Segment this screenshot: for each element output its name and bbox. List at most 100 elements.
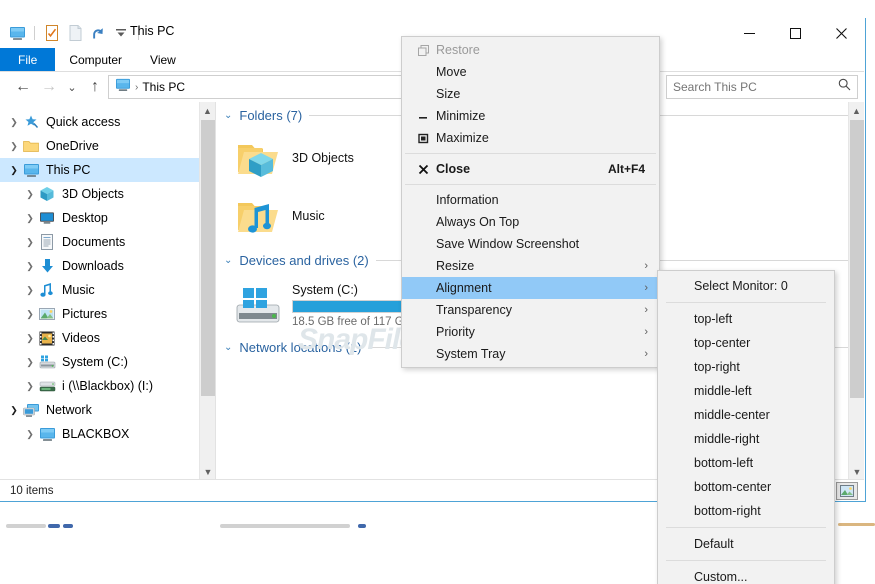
submenu-item-custom[interactable]: Custom... xyxy=(658,565,834,584)
tree-item-3d-objects[interactable]: ❯ 3D Objects xyxy=(0,182,215,206)
chevron-down-icon[interactable]: ⌄ xyxy=(224,342,232,353)
chevron-down-icon[interactable]: ⌄ xyxy=(224,255,232,266)
navpane-scrollbar[interactable]: ▲ ▼ xyxy=(199,102,215,480)
submenu-item-middle-center[interactable]: middle-center xyxy=(658,403,834,427)
new-folder-icon[interactable] xyxy=(66,24,84,42)
maximize-button[interactable] xyxy=(772,18,818,48)
breadcrumb-this-pc[interactable]: This PC xyxy=(142,80,185,94)
submenu-separator xyxy=(666,302,826,303)
group-title: Devices and drives (2) xyxy=(239,253,369,268)
chevron-down-icon[interactable]: ⌄ xyxy=(224,110,232,121)
chevron-right-icon[interactable]: ❯ xyxy=(22,429,38,440)
filepane-scrollbar[interactable]: ▲ ▼ xyxy=(848,102,864,480)
scrollbar-thumb[interactable] xyxy=(201,120,215,396)
this-pc-icon[interactable] xyxy=(8,24,26,42)
search-input[interactable] xyxy=(673,80,833,94)
chevron-right-icon[interactable]: ❯ xyxy=(22,237,38,248)
folder-tree: ❯ Quick access ❯ OneDrive ❯ This PC ❯ 3D… xyxy=(0,102,215,446)
submenu-item-top-right[interactable]: top-right xyxy=(658,355,834,379)
tab-computer[interactable]: Computer xyxy=(55,48,136,72)
scroll-down-arrow-icon[interactable]: ▼ xyxy=(200,463,215,480)
chevron-right-icon[interactable]: ❯ xyxy=(22,381,38,392)
chevron-right-icon[interactable]: ❯ xyxy=(22,213,38,224)
tree-item-onedrive[interactable]: ❯ OneDrive xyxy=(0,134,215,158)
chevron-right-icon[interactable]: ❯ xyxy=(22,189,38,200)
quick-access-toolbar[interactable] xyxy=(8,22,142,44)
tree-item-network[interactable]: ❯ Network xyxy=(0,398,215,422)
chevron-right-icon[interactable]: ❯ xyxy=(6,117,22,128)
tree-item-music[interactable]: ❯ Music xyxy=(0,278,215,302)
scroll-down-arrow-icon[interactable]: ▼ xyxy=(849,463,864,480)
recent-locations-button[interactable]: ⌄ xyxy=(62,74,82,100)
tab-view[interactable]: View xyxy=(136,48,190,72)
group-title: Network locations (1) xyxy=(239,340,362,355)
menu-item-system-tray[interactable]: System Tray › xyxy=(402,343,659,365)
tree-item-videos[interactable]: ❯ Videos xyxy=(0,326,215,350)
menu-item-size[interactable]: Size xyxy=(402,83,659,105)
menu-item-move[interactable]: Move xyxy=(402,61,659,83)
menu-item-label: Restore xyxy=(436,43,480,57)
submenu-item-middle-left[interactable]: middle-left xyxy=(658,379,834,403)
menu-item-maximize[interactable]: Maximize xyxy=(402,127,659,149)
minimize-button[interactable] xyxy=(726,18,772,48)
close-button[interactable] xyxy=(818,18,864,48)
submenu-item-default[interactable]: Default xyxy=(658,532,834,556)
submenu-item-top-center[interactable]: top-center xyxy=(658,331,834,355)
item-count-label: 10 items xyxy=(10,484,54,497)
menu-item-restore[interactable]: Restore xyxy=(402,39,659,61)
menu-item-label: Move xyxy=(436,65,467,79)
properties-icon[interactable] xyxy=(43,24,61,42)
chevron-right-icon[interactable]: ❯ xyxy=(22,261,38,272)
menu-item-transparency[interactable]: Transparency › xyxy=(402,299,659,321)
submenu-item-select-monitor[interactable]: Select Monitor: 0 xyxy=(658,274,834,298)
customize-qat-icon[interactable] xyxy=(112,24,130,42)
forward-button[interactable]: → xyxy=(36,74,62,100)
qat-separator xyxy=(34,26,35,40)
submenu-item-middle-right[interactable]: middle-right xyxy=(658,427,834,451)
submenu-item-bottom-right[interactable]: bottom-right xyxy=(658,499,834,523)
menu-item-label: Information xyxy=(436,193,499,207)
tree-label: This PC xyxy=(46,163,91,177)
tree-item-this-pc[interactable]: ❯ This PC xyxy=(0,158,215,182)
tree-item-quick-access[interactable]: ❯ Quick access xyxy=(0,110,215,134)
submenu-item-bottom-center[interactable]: bottom-center xyxy=(658,475,834,499)
search-icon[interactable] xyxy=(838,78,851,96)
chevron-right-icon[interactable]: ❯ xyxy=(22,285,38,296)
menu-item-resize[interactable]: Resize › xyxy=(402,255,659,277)
chevron-right-icon[interactable]: ❯ xyxy=(22,333,38,344)
tree-item-downloads[interactable]: ❯ Downloads xyxy=(0,254,215,278)
scroll-up-arrow-icon[interactable]: ▲ xyxy=(849,102,864,119)
submenu-separator xyxy=(666,527,826,528)
menu-item-priority[interactable]: Priority › xyxy=(402,321,659,343)
menu-item-close[interactable]: Close Alt+F4 xyxy=(402,158,659,180)
submenu-item-bottom-left[interactable]: bottom-left xyxy=(658,451,834,475)
back-button[interactable]: ← xyxy=(10,74,36,100)
menu-item-alignment[interactable]: Alignment › xyxy=(402,277,659,299)
tree-item-documents[interactable]: ❯ Documents xyxy=(0,230,215,254)
tree-item-system-c[interactable]: ❯ System (C:) xyxy=(0,350,215,374)
chevron-right-icon[interactable]: ❯ xyxy=(22,357,38,368)
menu-item-save-window-screenshot[interactable]: Save Window Screenshot xyxy=(402,233,659,255)
tree-item-blackbox[interactable]: ❯ BLACKBOX xyxy=(0,422,215,446)
undo-icon[interactable] xyxy=(89,24,107,42)
chevron-right-icon[interactable]: ❯ xyxy=(6,141,22,152)
search-box[interactable] xyxy=(666,75,858,99)
chevron-down-icon[interactable]: ❯ xyxy=(6,405,22,416)
submenu-arrow-icon: › xyxy=(644,304,648,316)
large-icons-view-button[interactable] xyxy=(836,482,858,500)
chevron-right-icon[interactable]: ❯ xyxy=(22,309,38,320)
tree-item-pictures[interactable]: ❯ Pictures xyxy=(0,302,215,326)
menu-item-minimize[interactable]: Minimize xyxy=(402,105,659,127)
tree-item-network-drive-i[interactable]: ❯ i (\\Blackbox) (I:) xyxy=(0,374,215,398)
menu-item-always-on-top[interactable]: Always On Top xyxy=(402,211,659,233)
scroll-up-arrow-icon[interactable]: ▲ xyxy=(200,102,215,119)
submenu-separator xyxy=(666,560,826,561)
up-button[interactable]: ↑ xyxy=(82,74,108,100)
tab-file[interactable]: File xyxy=(0,48,56,72)
folder-3d-objects-icon xyxy=(234,134,282,182)
submenu-item-top-left[interactable]: top-left xyxy=(658,307,834,331)
scrollbar-thumb[interactable] xyxy=(850,120,864,398)
menu-item-information[interactable]: Information xyxy=(402,189,659,211)
chevron-down-icon[interactable]: ❯ xyxy=(6,165,22,176)
tree-item-desktop[interactable]: ❯ Desktop xyxy=(0,206,215,230)
